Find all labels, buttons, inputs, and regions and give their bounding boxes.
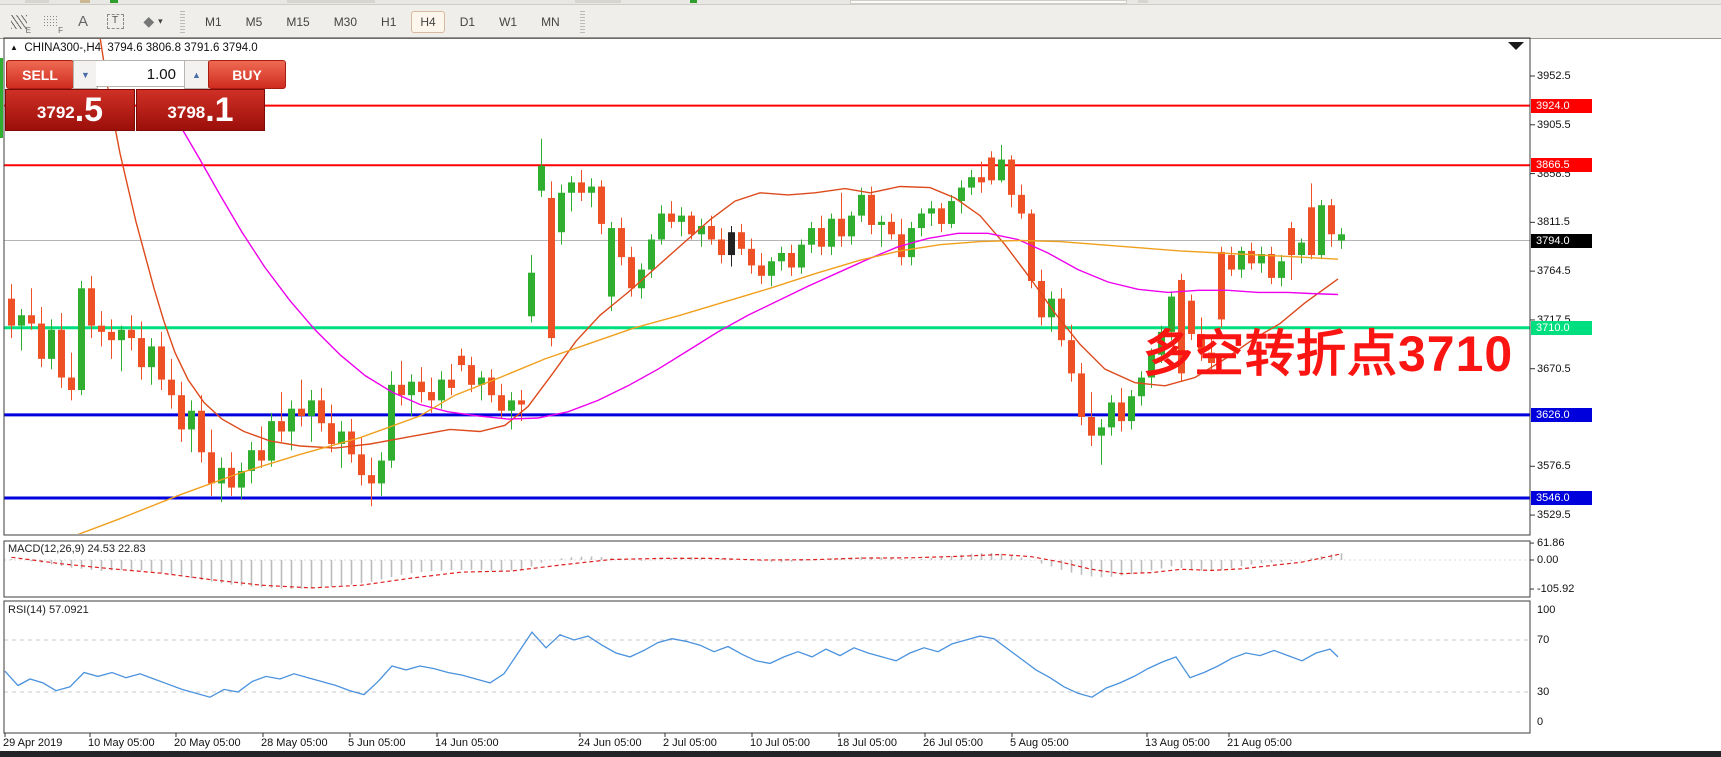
sell-button[interactable]: SELL: [6, 60, 74, 89]
chart-shift-marker: [1508, 42, 1524, 50]
sell-price-button[interactable]: 3792.5: [5, 89, 135, 131]
chinese-annotation: 多空转折点3710: [1143, 314, 1513, 386]
ohlc-values: 3794.6 3806.8 3791.6 3794.0: [107, 42, 257, 54]
price-level-badge: 3794.0: [1531, 234, 1592, 248]
chart-header: ▲ CHINA300-,H4 3794.6 3806.8 3791.6 3794…: [10, 42, 258, 54]
macd-label: MACD(12,26,9) 24.53 22.83: [8, 543, 146, 555]
price-level-badge: 3710.0: [1531, 321, 1592, 335]
edge-candle-sliver: [0, 58, 3, 138]
mt4-window: E F A T ◆ ▾ M1M5M15M30H1H4D1W1MN ▲ CHINA…: [0, 0, 1721, 757]
buy-price-button[interactable]: 3798.1: [136, 89, 265, 131]
price-level-badge: 3626.0: [1531, 408, 1592, 422]
symbol-title: CHINA300-,H4: [24, 42, 101, 54]
rsi-line: [5, 632, 1338, 697]
one-click-trade-panel: SELL ▼ 1.00 ▲ BUY 3792.5 3798.1: [5, 58, 283, 131]
price-level-badge: 3924.0: [1531, 99, 1592, 113]
price-level-badge: 3866.5: [1531, 158, 1592, 172]
price-level-badge: 3546.0: [1531, 491, 1592, 505]
ma-slow-orange: [62, 241, 1338, 541]
horizontal-levels: [4, 106, 1530, 498]
collapse-triangle-icon[interactable]: ▲: [10, 43, 18, 52]
buy-button[interactable]: BUY: [208, 60, 286, 89]
volume-decrease-button[interactable]: ▼: [73, 60, 98, 89]
volume-input[interactable]: 1.00: [96, 60, 184, 87]
volume-increase-button[interactable]: ▲: [184, 60, 209, 89]
rsi-label: RSI(14) 57.0921: [8, 604, 89, 616]
